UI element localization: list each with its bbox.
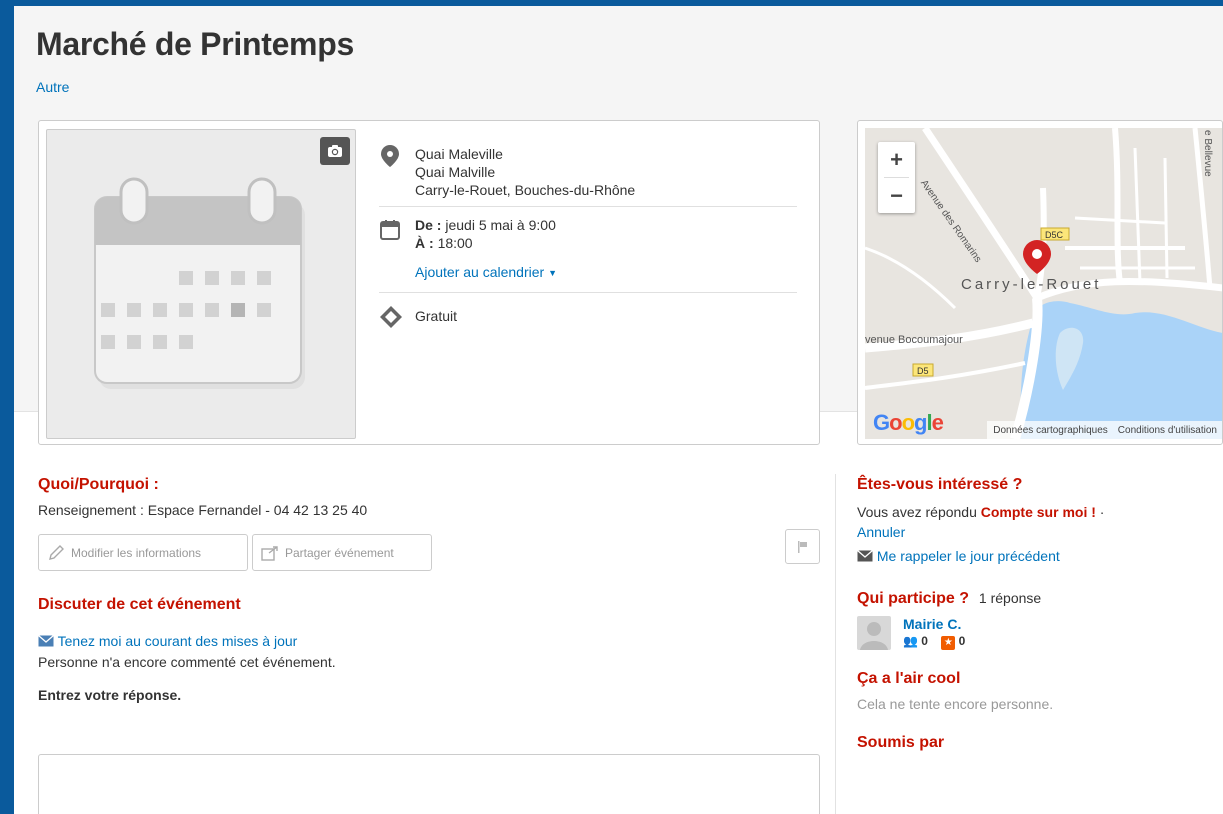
category-link[interactable]: Autre — [36, 79, 69, 95]
friends-icon: 👥 — [903, 634, 918, 648]
map-data-link[interactable]: Données cartographiques — [993, 425, 1108, 436]
cancel-rsvp-link[interactable]: Annuler — [857, 524, 905, 540]
road-label: D5 — [917, 366, 929, 376]
map-terms-link[interactable]: Conditions d'utilisation — [1118, 425, 1217, 436]
no-comments-text: Personne n'a encore commenté cet événeme… — [38, 654, 336, 670]
cool-text: Cela ne tente encore personne. — [857, 696, 1054, 712]
camera-icon — [328, 145, 342, 157]
review-icon: ★ — [941, 636, 956, 650]
event-info-card: Quai Maleville Quai Malville Carry-le-Ro… — [38, 120, 820, 445]
what-title: Quoi/Pourquoi : — [38, 476, 159, 493]
rsvp-answer: Compte sur moi ! — [980, 504, 1096, 520]
google-logo: Google — [873, 410, 944, 435]
submitted-title: Soumis par — [857, 734, 945, 751]
page: Marché de Printemps Autre Quai Maleville… — [14, 6, 1223, 814]
zoom-out-button[interactable]: − — [878, 178, 915, 213]
map-card: D5C D5 Avenue des Romarins venue Bocouma… — [857, 120, 1223, 445]
friends-count: 0 — [921, 634, 928, 648]
envelope-icon — [857, 550, 873, 562]
road-label: D5C — [1045, 230, 1064, 240]
event-details: Quai Maleville Quai Malville Carry-le-Ro… — [379, 141, 797, 328]
town-label: Carry-le-Rouet — [961, 276, 1102, 293]
main-column: Quoi/Pourquoi : Renseignement : Espace F… — [38, 476, 820, 814]
edit-info-button[interactable]: Modifier les informations — [38, 534, 248, 571]
attendee-item: Mairie C. 👥 0 ★ 0 — [857, 616, 1223, 650]
street-label: e Bellevue — [1202, 130, 1213, 177]
sidebar: Êtes-vous intéressé ? Vous avez répondu … — [857, 476, 1223, 752]
event-photo — [46, 129, 356, 439]
attendee-name[interactable]: Mairie C. — [903, 616, 965, 632]
discuss-title: Discuter de cet événement — [38, 596, 241, 613]
reviews-count: 0 — [958, 634, 966, 648]
caret-down-icon: ▼ — [548, 268, 557, 278]
map[interactable]: D5C D5 Avenue des Romarins venue Bocouma… — [865, 128, 1222, 439]
share-icon — [261, 545, 278, 561]
zoom-in-button[interactable]: + — [878, 142, 915, 177]
address-line: Carry-le-Rouet, Bouches-du-Rhône — [415, 182, 636, 198]
share-event-button[interactable]: Partager événement — [252, 534, 432, 571]
reply-prompt: Entrez votre réponse. — [38, 687, 182, 703]
address-line: Quai Malville — [415, 164, 496, 180]
address-line: Quai Maleville — [415, 146, 503, 162]
map-footer: Données cartographiques Conditions d'uti… — [987, 421, 1222, 439]
price-value: Gratuit — [415, 308, 458, 324]
calendar-placeholder-icon — [94, 177, 305, 389]
column-divider — [835, 474, 836, 814]
attendees-count: 1 réponse — [978, 590, 1042, 606]
envelope-icon — [38, 635, 54, 647]
from-label: De : — [415, 217, 442, 233]
what-text: Renseignement : Espace Fernandel - 04 42… — [38, 502, 368, 518]
interest-title: Êtes-vous intéressé ? — [857, 476, 1023, 493]
event-price: Gratuit — [379, 293, 797, 328]
map-zoom-control: + − — [878, 142, 915, 213]
interest-status: Vous avez répondu Compte sur moi ! · Ann… — [857, 504, 1105, 540]
cool-title: Ça a l'air cool — [857, 670, 961, 687]
calendar-icon — [380, 220, 400, 240]
event-address: Quai Maleville Quai Malville Carry-le-Ro… — [379, 141, 797, 207]
from-value: jeudi 5 mai à 9:00 — [445, 217, 556, 233]
report-flag-button[interactable] — [785, 529, 820, 564]
attendees-title: Qui participe ? — [857, 590, 970, 607]
to-label: À : — [415, 235, 434, 251]
reply-textarea[interactable] — [38, 754, 820, 814]
remind-link[interactable]: Me rappeler le jour précédent — [857, 548, 1223, 564]
pencil-icon — [49, 544, 64, 560]
action-buttons: Modifier les informations Partager événe… — [38, 529, 820, 572]
event-dates: De : jeudi 5 mai à 9:00 À : 18:00 Ajoute… — [379, 207, 797, 293]
ticket-icon — [380, 306, 402, 328]
location-pin-icon — [381, 145, 399, 167]
page-title: Marché de Printemps — [36, 26, 354, 62]
add-photo-button[interactable] — [320, 137, 350, 165]
avatar[interactable] — [857, 616, 891, 650]
flag-icon — [797, 540, 807, 553]
street-label: venue Bocoumajour — [865, 334, 963, 346]
to-value: 18:00 — [437, 235, 473, 251]
subscribe-link[interactable]: Tenez moi au courant des mises à jour — [38, 633, 820, 649]
add-to-calendar-link[interactable]: Ajouter au calendrier ▼ — [415, 263, 557, 282]
